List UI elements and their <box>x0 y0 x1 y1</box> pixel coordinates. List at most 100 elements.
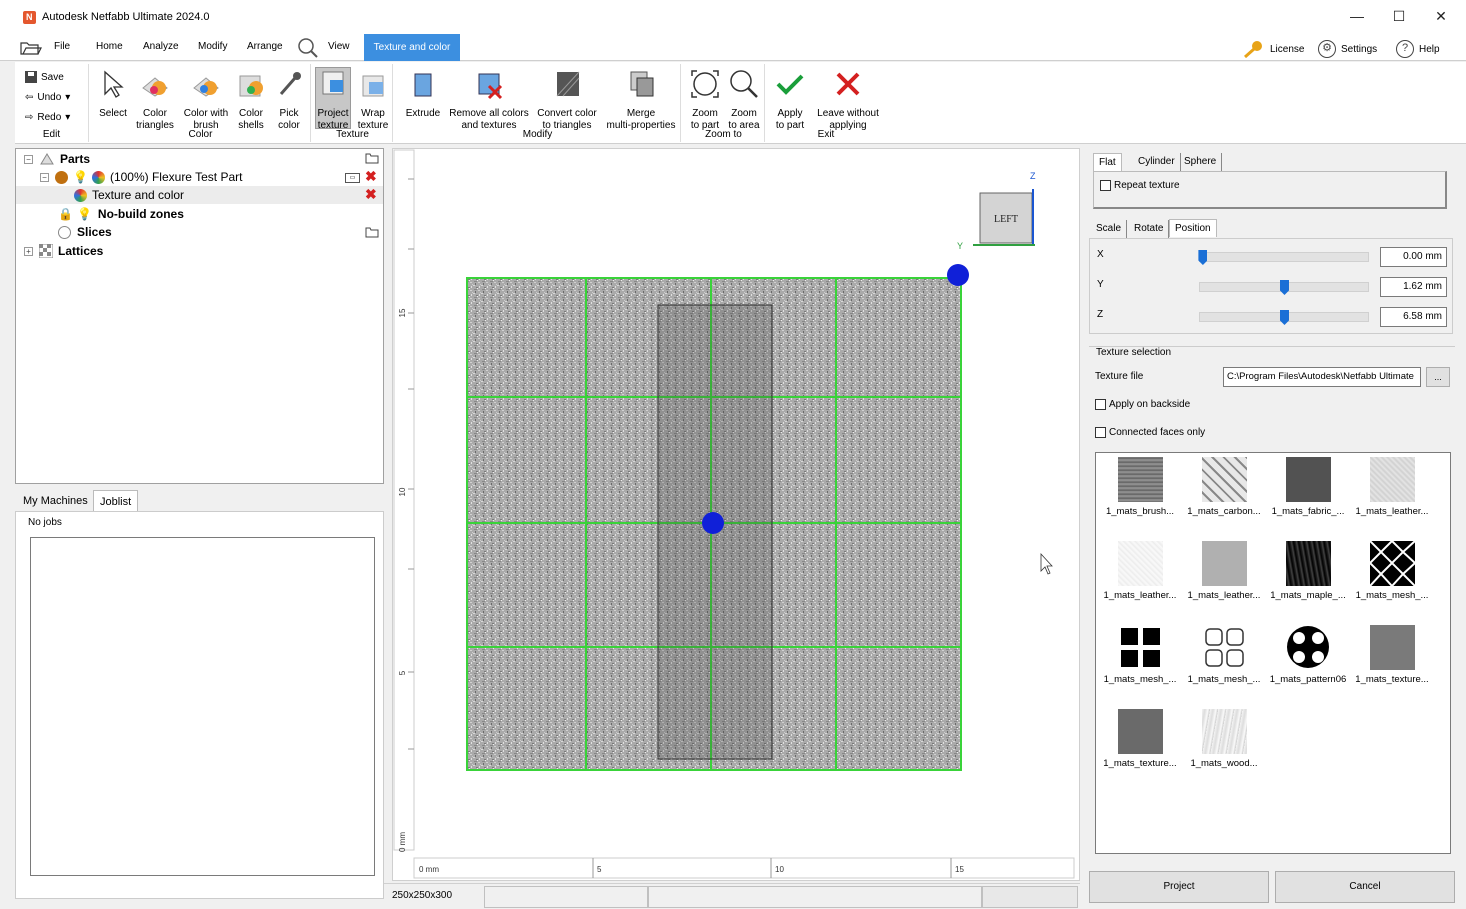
texture-item[interactable]: 1_mats_fabric_... <box>1266 457 1350 517</box>
remove-colors-button[interactable]: Remove all colors and textures <box>447 68 531 132</box>
checkbox-icon[interactable] <box>1100 180 1111 191</box>
help-button[interactable]: ? Help <box>1396 40 1440 58</box>
license-button[interactable]: License <box>1243 40 1304 58</box>
delete-texture-icon[interactable]: ✖ <box>365 186 377 203</box>
tab-my-machines[interactable]: My Machines <box>17 490 94 512</box>
close-icon[interactable]: ✕ <box>1431 8 1451 25</box>
texture-item[interactable]: 1_mats_texture... <box>1350 625 1434 685</box>
tab-scale[interactable]: Scale <box>1091 220 1128 238</box>
apply-backside-checkbox[interactable]: Apply on backside <box>1095 399 1190 410</box>
extrude-button[interactable]: Extrude <box>399 68 447 120</box>
bulb-icon[interactable]: 💡 <box>73 170 88 184</box>
search-view-icon[interactable] <box>297 37 319 59</box>
project-button[interactable]: Project <box>1089 871 1269 903</box>
checkbox-icon[interactable] <box>1095 427 1106 438</box>
color-triangles-button[interactable]: Color triangles <box>133 68 177 132</box>
maximize-icon[interactable]: ☐ <box>1389 8 1409 25</box>
texture-file-input[interactable]: C:\Program Files\Autodesk\Netfabb Ultima… <box>1223 367 1421 387</box>
corner-handle[interactable] <box>947 264 969 286</box>
tree-item-texture-and-color[interactable]: Texture and color <box>16 186 383 204</box>
texture-item[interactable]: 1_mats_mesh_... <box>1098 625 1182 685</box>
chevron-down-icon[interactable]: ▾ <box>65 112 70 123</box>
color-with-brush-button[interactable]: Color with brush <box>181 68 231 132</box>
folder-icon[interactable] <box>365 226 379 238</box>
texture-item[interactable]: 1_mats_mesh_... <box>1350 541 1434 601</box>
texture-item[interactable]: 1_mats_leather... <box>1098 541 1182 601</box>
texture-item[interactable]: 1_mats_leather... <box>1182 541 1266 601</box>
connected-faces-checkbox[interactable]: Connected faces only <box>1095 427 1205 438</box>
tree-item-lattices[interactable]: + Lattices <box>24 242 103 260</box>
menu-analyze[interactable]: Analyze <box>143 41 179 52</box>
menu-home[interactable]: Home <box>96 41 123 52</box>
select-button[interactable]: Select <box>95 68 131 120</box>
tab-joblist[interactable]: Joblist <box>93 490 139 512</box>
open-folder-icon[interactable] <box>20 40 42 56</box>
texture-item[interactable]: 1_mats_pattern06 <box>1266 625 1350 685</box>
menu-arrange[interactable]: Arrange <box>247 41 283 52</box>
apply-to-part-button[interactable]: Apply to part <box>769 68 811 132</box>
minimize-icon[interactable]: — <box>1347 8 1367 24</box>
collapse-icon[interactable]: − <box>40 172 49 182</box>
settings-button[interactable]: ⚙ Settings <box>1318 40 1377 58</box>
position-x-input[interactable]: 0.00 mm <box>1380 247 1447 267</box>
slider-x-thumb[interactable] <box>1198 250 1208 265</box>
tab-texture-and-color[interactable]: Texture and color <box>364 34 460 61</box>
zoom-to-area-button[interactable]: Zoom to area <box>725 68 763 132</box>
position-y-input[interactable]: 1.62 mm <box>1380 277 1447 297</box>
texture-item[interactable]: 1_mats_texture... <box>1098 709 1182 769</box>
viewport-canvas[interactable]: 15 10 5 0 mm 0 mm 5 10 15 LEFT Z Y <box>393 149 1081 882</box>
tab-flat[interactable]: Flat <box>1093 153 1122 171</box>
tab-cylinder[interactable]: Cylinder <box>1133 153 1181 171</box>
cancel-button[interactable]: Cancel <box>1275 871 1455 903</box>
texture-item[interactable]: 1_mats_mesh_... <box>1182 625 1266 685</box>
texture-name: 1_mats_carbon... <box>1187 506 1261 517</box>
position-x-slider[interactable] <box>1199 252 1369 262</box>
browse-button[interactable]: ... <box>1426 367 1450 387</box>
menu-modify[interactable]: Modify <box>198 41 227 52</box>
undo-button[interactable]: ⇦ Undo ▾ <box>25 92 70 103</box>
repeat-texture-checkbox[interactable]: Repeat texture <box>1100 180 1180 191</box>
slider-y-thumb[interactable] <box>1280 280 1289 295</box>
center-handle[interactable] <box>702 512 724 534</box>
texture-item[interactable]: 1_mats_leather... <box>1350 457 1434 517</box>
pick-color-button[interactable]: Pick color <box>271 68 307 132</box>
3d-viewport[interactable]: 15 10 5 0 mm 0 mm 5 10 15 LEFT Z Y <box>392 148 1080 881</box>
bulb-icon[interactable]: 💡 <box>77 207 92 221</box>
cross-icon <box>836 72 860 96</box>
jobs-list[interactable] <box>30 537 375 876</box>
folder-icon[interactable] <box>365 152 379 164</box>
tab-rotate[interactable]: Rotate <box>1129 220 1170 238</box>
leave-without-applying-button[interactable]: Leave without applying <box>813 68 883 132</box>
tab-position[interactable]: Position <box>1169 219 1217 237</box>
save-icon <box>25 71 37 83</box>
color-shells-button[interactable]: Color shells <box>233 68 269 132</box>
project-texture-button[interactable]: Project texture <box>315 67 351 131</box>
tree-item-no-build-zones[interactable]: 🔒 💡 No-build zones <box>58 205 184 223</box>
convert-color-button[interactable]: Convert color to triangles <box>533 68 601 132</box>
texture-gallery[interactable]: 1_mats_brush... 1_mats_carbon... 1_mats_… <box>1095 452 1451 854</box>
wrap-texture-button[interactable]: Wrap texture <box>355 68 391 132</box>
view-cube[interactable]: LEFT Z Y <box>957 171 1036 251</box>
merge-multi-properties-button[interactable]: Merge multi-properties <box>603 68 679 132</box>
zoom-to-part-button[interactable]: Zoom to part <box>685 68 725 132</box>
texture-item[interactable]: 1_mats_carbon... <box>1182 457 1266 517</box>
tree-item-part[interactable]: − 💡 (100%) Flexure Test Part <box>40 168 242 186</box>
menu-view[interactable]: View <box>328 41 350 52</box>
tree-item-parts[interactable]: − Parts <box>24 150 90 168</box>
tree-item-slices[interactable]: Slices <box>58 223 112 241</box>
texture-item[interactable]: 1_mats_brush... <box>1098 457 1182 517</box>
menu-file[interactable]: File <box>54 41 70 52</box>
slider-z-thumb[interactable] <box>1280 310 1289 325</box>
delete-part-icon[interactable]: ✖ <box>365 168 377 185</box>
texture-item[interactable]: 1_mats_wood... <box>1182 709 1266 769</box>
texture-item[interactable]: 1_mats_maple_... <box>1266 541 1350 601</box>
save-button[interactable]: Save <box>25 71 64 83</box>
expand-icon[interactable]: + <box>24 246 33 256</box>
part-info-icon[interactable]: ▭ <box>345 173 360 183</box>
tab-sphere[interactable]: Sphere <box>1179 153 1223 171</box>
position-z-input[interactable]: 6.58 mm <box>1380 307 1447 327</box>
redo-button[interactable]: ⇨ Redo ▾ <box>25 112 70 123</box>
chevron-down-icon[interactable]: ▾ <box>65 92 70 103</box>
checkbox-icon[interactable] <box>1095 399 1106 410</box>
collapse-icon[interactable]: − <box>24 154 33 164</box>
